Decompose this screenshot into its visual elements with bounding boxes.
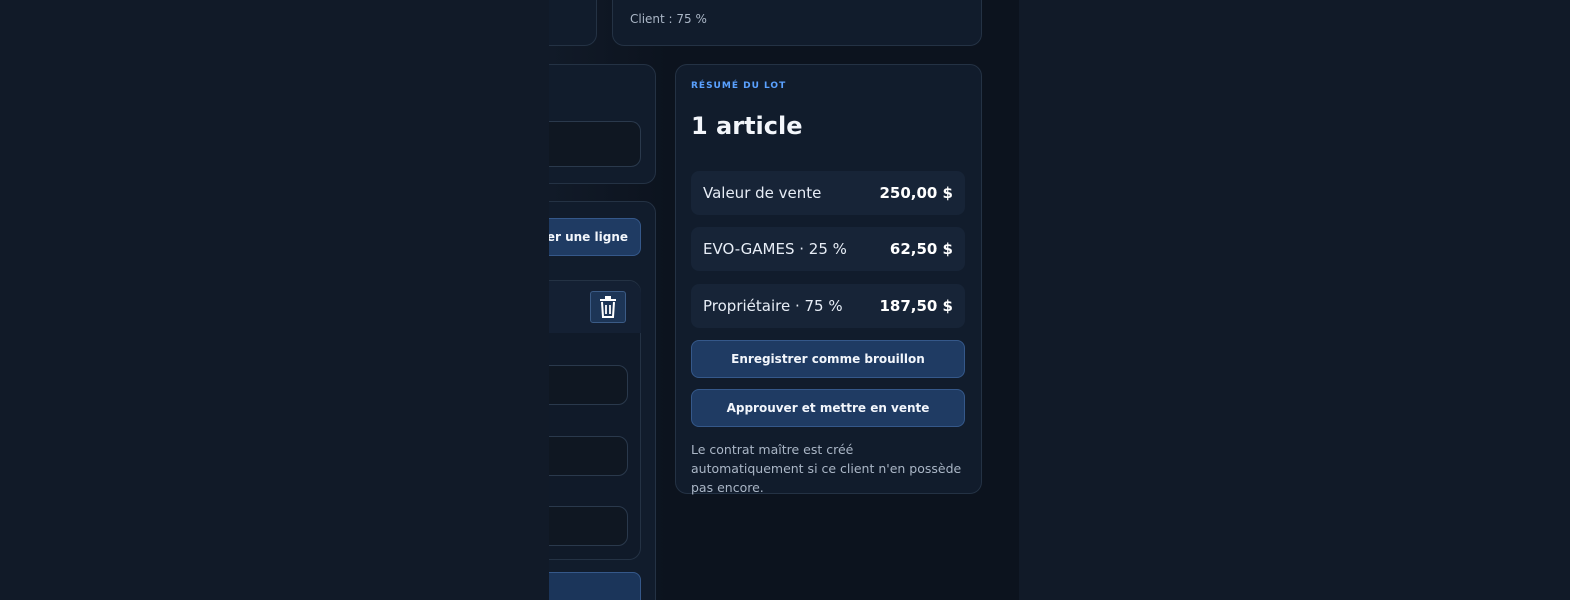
add-line-button[interactable]: ter une ligne bbox=[549, 218, 641, 256]
summary-note: Le contrat maître est créé automatiqueme… bbox=[691, 442, 962, 495]
line-field-2[interactable] bbox=[549, 436, 628, 476]
top-left-card bbox=[549, 0, 597, 46]
add-line-label: ter une ligne bbox=[549, 230, 628, 244]
save-draft-button[interactable]: Enregistrer comme brouillon bbox=[691, 340, 965, 378]
summary-row-evo-games: EVO-GAMES · 25 % 62,50 $ bbox=[691, 227, 965, 271]
filter-input[interactable] bbox=[549, 121, 641, 167]
client-share-text: Client : 75 % bbox=[630, 12, 707, 26]
approve-button[interactable]: Approuver et mettre en vente bbox=[691, 389, 965, 427]
line-field-1[interactable] bbox=[549, 365, 628, 405]
line-item-card bbox=[549, 280, 641, 560]
summary-row-label: Valeur de vente bbox=[703, 184, 822, 202]
lines-card: ter une ligne bbox=[549, 201, 656, 600]
line-field-3[interactable] bbox=[549, 506, 628, 546]
summary-row-value: 62,50 $ bbox=[889, 240, 953, 258]
summary-row-sale-value: Valeur de vente 250,00 $ bbox=[691, 171, 965, 215]
approve-label: Approuver et mettre en vente bbox=[726, 401, 930, 415]
delete-line-button[interactable] bbox=[590, 291, 626, 323]
trash-icon bbox=[600, 296, 616, 318]
summary-headline: 1 article bbox=[691, 112, 803, 140]
summary-kicker: RÉSUMÉ DU LOT bbox=[691, 81, 787, 91]
summary-row-value: 187,50 $ bbox=[879, 297, 953, 315]
filter-card bbox=[549, 64, 656, 184]
summary-row-value: 250,00 $ bbox=[879, 184, 953, 202]
left-panels-clip: ter une ligne bbox=[549, 0, 669, 600]
summary-row-owner: Propriétaire · 75 % 187,50 $ bbox=[691, 284, 965, 328]
save-draft-label: Enregistrer comme brouillon bbox=[731, 352, 925, 366]
summary-row-label: Propriétaire · 75 % bbox=[703, 297, 843, 315]
summary-row-label: EVO-GAMES · 25 % bbox=[703, 240, 847, 258]
bottom-action-button[interactable] bbox=[549, 572, 641, 600]
